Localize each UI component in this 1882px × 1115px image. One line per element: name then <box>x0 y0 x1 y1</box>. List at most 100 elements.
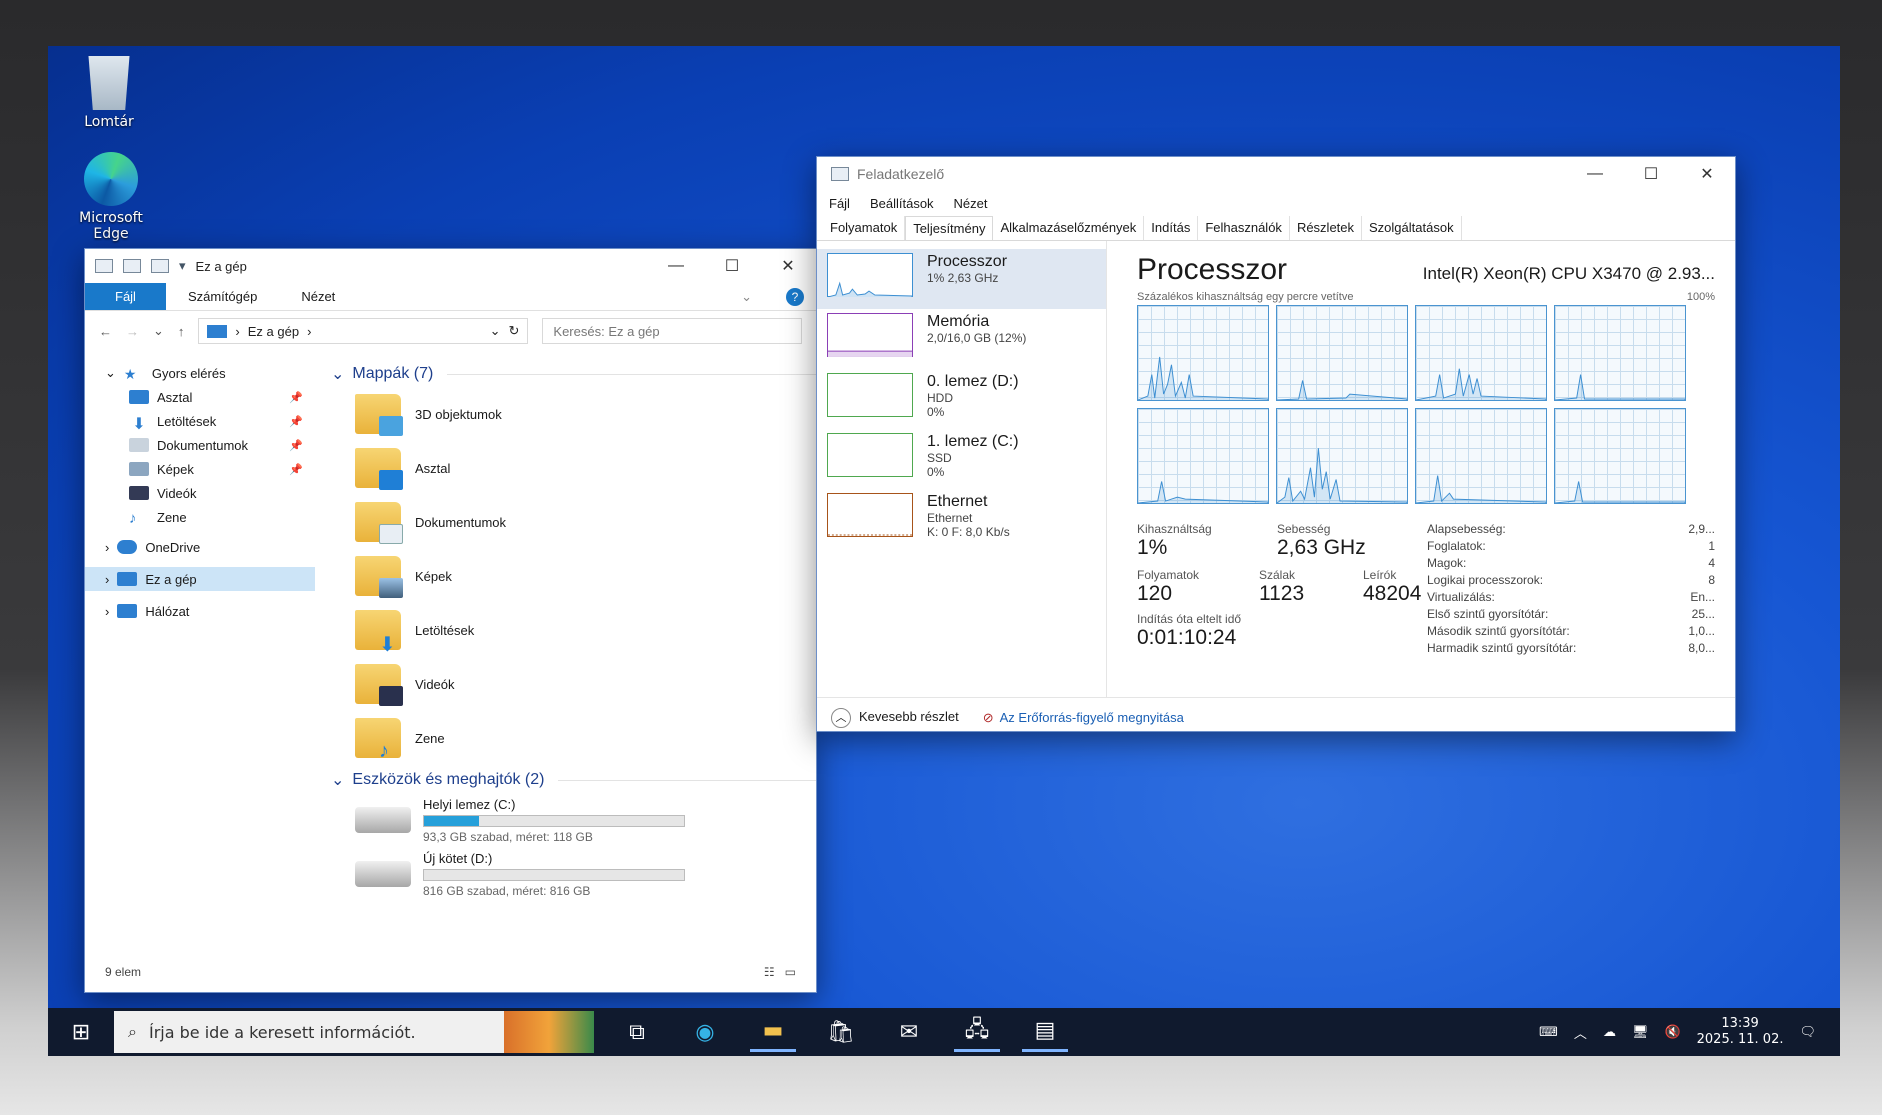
recent-locations-icon[interactable]: ⌄ <box>153 323 164 339</box>
folder-desktop[interactable]: Asztal <box>331 441 816 495</box>
edge-taskbar-icon[interactable]: ◉ <box>682 1012 728 1052</box>
tab-processes[interactable]: Folyamatok <box>823 215 906 240</box>
minimize-button[interactable]: — <box>648 249 704 283</box>
details-view-icon[interactable]: ☷ <box>764 965 775 979</box>
resource-disk-1[interactable]: 1. lemez (C:) SSD 0% <box>817 429 1106 489</box>
drive-detail: 93,3 GB szabad, méret: 118 GB <box>423 829 593 844</box>
back-icon[interactable]: ← <box>99 324 112 339</box>
close-button[interactable]: ✕ <box>760 249 816 283</box>
nav-item-music[interactable]: ♪ Zene <box>85 505 315 529</box>
clock[interactable]: 13:39 2025. 11. 02. <box>1697 1016 1784 1048</box>
taskbar-search-box[interactable]: ⌕ Írja be ide a keresett információt. <box>114 1011 594 1053</box>
tab-users[interactable]: Felhasználók <box>1198 215 1290 240</box>
breadcrumb[interactable]: Ez a gép <box>248 324 299 339</box>
chevron-down-icon[interactable]: ⌄ <box>331 364 344 384</box>
nav-item-quick-access[interactable]: ⌄ ★ Gyors elérés <box>85 361 315 385</box>
folder-downloads[interactable]: ⬇ Letöltések <box>331 603 816 657</box>
remote-desktop-taskbar-icon[interactable]: 🖧 <box>954 1012 1000 1052</box>
desktop-icon-edge[interactable]: Microsoft Edge <box>66 152 156 242</box>
tab-performance[interactable]: Teljesítmény <box>905 215 994 240</box>
drive-d[interactable]: Új kötet (D:) 816 GB szabad, méret: 816 … <box>331 847 816 901</box>
pin-icon[interactable]: 📌 <box>289 415 303 428</box>
tab-app-history[interactable]: Alkalmazáselőzmények <box>993 215 1145 240</box>
fewer-details-link[interactable]: ︿ Kevesebb részlet <box>831 707 959 728</box>
chevron-right-icon[interactable]: › <box>105 540 109 555</box>
chevron-down-icon[interactable]: ⌄ <box>331 770 344 790</box>
search-input[interactable]: Keresés: Ez a gép <box>542 318 802 344</box>
resource-memory[interactable]: Memória 2,0/16,0 GB (12%) <box>817 309 1106 369</box>
minimize-button[interactable]: — <box>1567 157 1623 191</box>
taskmgr-titlebar[interactable]: Feladatkezelő — ☐ ✕ <box>817 157 1735 191</box>
tab-services[interactable]: Szolgáltatások <box>1362 215 1462 240</box>
qat-dropdown-icon[interactable]: ▾ <box>179 258 186 274</box>
menu-file[interactable]: Fájl <box>829 196 850 211</box>
show-hidden-icons-icon[interactable]: ︿ <box>1574 1023 1587 1042</box>
onedrive-tray-icon[interactable]: ☁ <box>1603 1025 1616 1040</box>
file-explorer-taskbar-icon[interactable]: ▬ <box>750 1012 796 1052</box>
nav-item-onedrive[interactable]: › OneDrive <box>85 535 315 559</box>
disk0-mini-graph <box>827 373 913 417</box>
folder-label: Asztal <box>415 460 451 476</box>
address-dropdown-icon[interactable]: ⌄ <box>490 323 501 339</box>
tab-details[interactable]: Részletek <box>1290 215 1363 240</box>
chevron-right-icon[interactable]: › <box>105 604 109 619</box>
tab-startup[interactable]: Indítás <box>1144 215 1199 240</box>
chevron-down-icon[interactable]: ⌄ <box>105 365 116 381</box>
drives-group-header[interactable]: ⌄ Eszközök és meghajtók (2) <box>331 767 816 793</box>
desktop-icon-recycle-bin[interactable]: Lomtár <box>64 56 154 130</box>
nav-item-network[interactable]: › Hálózat <box>85 599 315 623</box>
explorer-titlebar[interactable]: ▾ Ez a gép — ☐ ✕ <box>85 249 816 283</box>
uptime-label: Indítás óta eltelt idő <box>1137 612 1242 626</box>
menu-options[interactable]: Beállítások <box>870 196 934 211</box>
tab-computer[interactable]: Számítógép <box>166 283 279 310</box>
drive-c[interactable]: Helyi lemez (C:) 93,3 GB szabad, méret: … <box>331 793 816 847</box>
refresh-icon[interactable]: ↻ <box>509 323 520 339</box>
address-field[interactable]: › Ez a gép › ⌄ ↻ <box>198 318 529 344</box>
folder-3d-objects[interactable]: 3D objektumok <box>331 387 816 441</box>
tab-file[interactable]: Fájl <box>85 283 166 310</box>
folder-pictures[interactable]: Képek <box>331 549 816 603</box>
ribbon-expand-icon[interactable]: ⌄ <box>719 283 774 310</box>
cpu-details: Alapsebesség: 2,9... Foglalatok: 1 Magok: 4… <box>1427 522 1715 658</box>
folders-group-header[interactable]: ⌄ Mappák (7) <box>331 361 816 387</box>
notifications-icon[interactable]: 🗨 <box>1799 1025 1816 1040</box>
store-icon[interactable]: 🛍 <box>818 1012 864 1052</box>
nav-item-documents[interactable]: Dokumentumok 📌 <box>85 433 315 457</box>
properties-icon[interactable] <box>123 259 141 273</box>
chevron-right-icon[interactable]: › <box>105 572 109 587</box>
tab-view[interactable]: Nézet <box>279 283 357 310</box>
help-icon[interactable]: ? <box>774 283 816 310</box>
nav-item-desktop[interactable]: Asztal 📌 <box>85 385 315 409</box>
pin-icon[interactable]: 📌 <box>289 463 303 476</box>
pin-icon[interactable]: 📌 <box>289 391 303 404</box>
menu-view[interactable]: Nézet <box>954 196 988 211</box>
volume-muted-icon[interactable]: 🔇 <box>1664 1025 1680 1040</box>
resource-monitor-link[interactable]: ⊘ Az Erőforrás-figyelő megnyitása <box>983 710 1184 726</box>
task-view-icon[interactable]: ⧉ <box>614 1012 660 1052</box>
new-folder-icon[interactable] <box>151 259 169 273</box>
maximize-button[interactable]: ☐ <box>704 249 760 283</box>
folder-videos[interactable]: Videók <box>331 657 816 711</box>
large-icons-view-icon[interactable]: ▭ <box>785 965 796 979</box>
task-manager-taskbar-icon[interactable]: ▤ <box>1022 1012 1068 1052</box>
resource-cpu[interactable]: Processzor 1% 2,63 GHz <box>817 249 1106 309</box>
folder-music[interactable]: ♪ Zene <box>331 711 816 765</box>
nav-item-this-pc[interactable]: › Ez a gép <box>85 567 315 591</box>
task-manager-icon <box>831 167 849 181</box>
maximize-button[interactable]: ☐ <box>1623 157 1679 191</box>
start-button[interactable]: ⊞ <box>48 1020 114 1045</box>
recycle-bin-icon <box>88 56 130 110</box>
mail-icon[interactable]: ✉ <box>886 1012 932 1052</box>
nav-item-downloads[interactable]: ⬇ Letöltések 📌 <box>85 409 315 434</box>
folder-documents[interactable]: Dokumentumok <box>331 495 816 549</box>
forward-icon[interactable]: → <box>126 324 139 339</box>
network-icon[interactable]: 🖥 <box>1632 1025 1649 1040</box>
close-button[interactable]: ✕ <box>1679 157 1735 191</box>
resource-ethernet[interactable]: Ethernet Ethernet K: 0 F: 8,0 Kb/s <box>817 489 1106 549</box>
keyboard-layout-icon[interactable]: ⌨ <box>1539 1025 1558 1040</box>
pin-icon[interactable]: 📌 <box>289 439 303 452</box>
up-icon[interactable]: ↑ <box>178 324 185 339</box>
nav-item-pictures[interactable]: Képek 📌 <box>85 457 315 481</box>
resource-disk-0[interactable]: 0. lemez (D:) HDD 0% <box>817 369 1106 429</box>
nav-item-videos[interactable]: Videók <box>85 481 315 505</box>
